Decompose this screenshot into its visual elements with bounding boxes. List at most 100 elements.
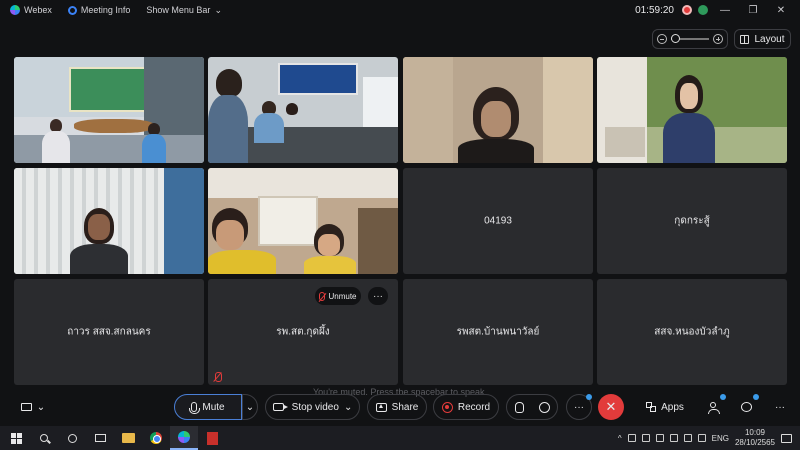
participant-name: 04193: [484, 215, 512, 227]
info-icon: [67, 5, 77, 15]
captions-button[interactable]: ⌄: [17, 394, 49, 420]
title-bar-right: 01:59:20 — ❐ ✕: [635, 0, 800, 20]
app-name: Webex: [24, 5, 52, 15]
wifi-icon[interactable]: [655, 434, 664, 442]
participant-tile-7[interactable]: 04193: [403, 168, 593, 274]
tile-muted-icon: [214, 372, 222, 382]
video-feed: [403, 57, 593, 163]
grid-layout-icon: [740, 34, 750, 44]
record-button[interactable]: Record: [433, 394, 499, 420]
participant-name: กุดกระสู้: [674, 215, 710, 227]
webex-meeting-window: Webex Meeting Info Show Menu Bar ⌄ 01:59…: [0, 0, 800, 450]
audio-options-button[interactable]: ⌄: [242, 394, 258, 420]
elapsed-time: 01:59:20: [635, 4, 674, 16]
video-feed: [597, 57, 787, 163]
acrobat-button[interactable]: [198, 426, 226, 450]
mic-muted-icon: [319, 291, 326, 301]
chat-notification-badge: [753, 394, 759, 400]
recording-indicator-icon[interactable]: [682, 5, 692, 15]
meeting-info-button[interactable]: Meeting Info: [62, 0, 137, 20]
chevron-down-icon: ⌄: [36, 401, 46, 413]
video-feed: [208, 168, 398, 274]
meeting-info-label: Meeting Info: [80, 5, 131, 15]
zoom-in-icon[interactable]: [713, 34, 723, 44]
record-label: Record: [457, 401, 491, 413]
video-feed: [14, 57, 204, 163]
stop-video-button[interactable]: Stop video ⌄: [265, 394, 360, 420]
share-label: Share: [391, 401, 419, 413]
zoom-slider[interactable]: [671, 34, 709, 43]
display-icon[interactable]: [641, 434, 650, 442]
webex-tray-icon[interactable]: [627, 434, 636, 442]
chrome-button[interactable]: [142, 426, 170, 450]
layout-button[interactable]: Layout: [734, 29, 791, 49]
video-tile-3[interactable]: [403, 57, 593, 163]
cortana-button[interactable]: [58, 426, 86, 450]
minimize-button[interactable]: —: [714, 0, 736, 20]
webex-taskbar-button[interactable]: [170, 426, 198, 450]
volume-icon[interactable]: [683, 434, 692, 442]
restore-button[interactable]: ❐: [742, 0, 764, 20]
participant-tile-8[interactable]: กุดกระสู้: [597, 168, 787, 274]
start-button[interactable]: [2, 426, 30, 450]
chevron-down-icon: ⌄: [245, 401, 255, 413]
share-screen-icon: [375, 402, 387, 412]
video-tile-2[interactable]: [208, 57, 398, 163]
video-tile-4[interactable]: [597, 57, 787, 163]
input-language[interactable]: ENG: [712, 434, 729, 443]
reactions-icon[interactable]: [538, 401, 550, 413]
clock-time: 10:09: [744, 428, 765, 437]
video-tile-6[interactable]: [208, 168, 398, 274]
participant-tile-12[interactable]: สสจ.หนองบัวลำภู: [597, 279, 787, 385]
title-bar: Webex Meeting Info Show Menu Bar ⌄ 01:59…: [0, 0, 800, 20]
apps-button[interactable]: Apps: [640, 394, 690, 420]
video-tile-1[interactable]: [14, 57, 204, 163]
microphone-icon: [189, 402, 201, 414]
apps-label: Apps: [661, 401, 684, 413]
microphone-tray-icon[interactable]: [669, 434, 678, 442]
tray-overflow-button[interactable]: ^: [618, 434, 622, 443]
video-feed: [14, 168, 204, 274]
task-view-icon: [94, 434, 106, 442]
leave-meeting-button[interactable]: ✕: [598, 394, 624, 420]
zoom-out-icon[interactable]: [657, 34, 667, 44]
webex-icon: [178, 431, 190, 443]
layout-label: Layout: [754, 33, 785, 45]
raise-hand-icon[interactable]: [514, 401, 524, 413]
participant-tile-11[interactable]: รพสต.บ้านพนาวัลย์: [403, 279, 593, 385]
chat-icon: [740, 402, 752, 412]
search-button[interactable]: [30, 426, 58, 450]
record-icon: [441, 401, 453, 413]
webex-logo-icon: [10, 5, 20, 15]
apps-icon: [646, 402, 657, 412]
zoom-slider-thumb[interactable]: [671, 34, 680, 43]
mute-label: Mute: [202, 401, 225, 413]
network-health-icon[interactable]: [698, 5, 708, 15]
close-window-button[interactable]: ✕: [770, 0, 792, 20]
chrome-icon: [150, 432, 162, 444]
captions-icon: [20, 403, 32, 411]
unmute-participant-button[interactable]: Unmute: [315, 287, 361, 305]
overflow-menu-button[interactable]: ···: [770, 394, 790, 420]
participant-tile-9[interactable]: ถาวร สสจ.สกลนคร: [14, 279, 204, 385]
participant-more-button[interactable]: ···: [368, 287, 388, 305]
folder-icon: [121, 433, 135, 443]
video-zoom-control: [652, 29, 728, 49]
participants-icon: [708, 402, 720, 414]
show-menu-bar-button[interactable]: Show Menu Bar ⌄: [140, 0, 228, 20]
stop-video-label: Stop video: [291, 401, 339, 413]
notification-center-icon[interactable]: [781, 433, 792, 443]
taskbar-clock[interactable]: 10:09 28/10/2565: [735, 428, 775, 448]
share-button[interactable]: Share: [367, 394, 427, 420]
search-icon: [40, 434, 48, 442]
task-view-button[interactable]: [86, 426, 114, 450]
reactions-group: [506, 394, 558, 420]
mute-button[interactable]: Mute: [174, 394, 242, 420]
battery-icon[interactable]: [697, 434, 706, 442]
unmute-label: Unmute: [328, 291, 357, 301]
file-explorer-button[interactable]: [114, 426, 142, 450]
app-menu[interactable]: Webex: [4, 0, 58, 20]
participant-name: รพสต.บ้านพนาวัลย์: [456, 326, 540, 338]
participant-name: สสจ.หนองบัวลำภู: [654, 326, 730, 338]
video-tile-5[interactable]: [14, 168, 204, 274]
